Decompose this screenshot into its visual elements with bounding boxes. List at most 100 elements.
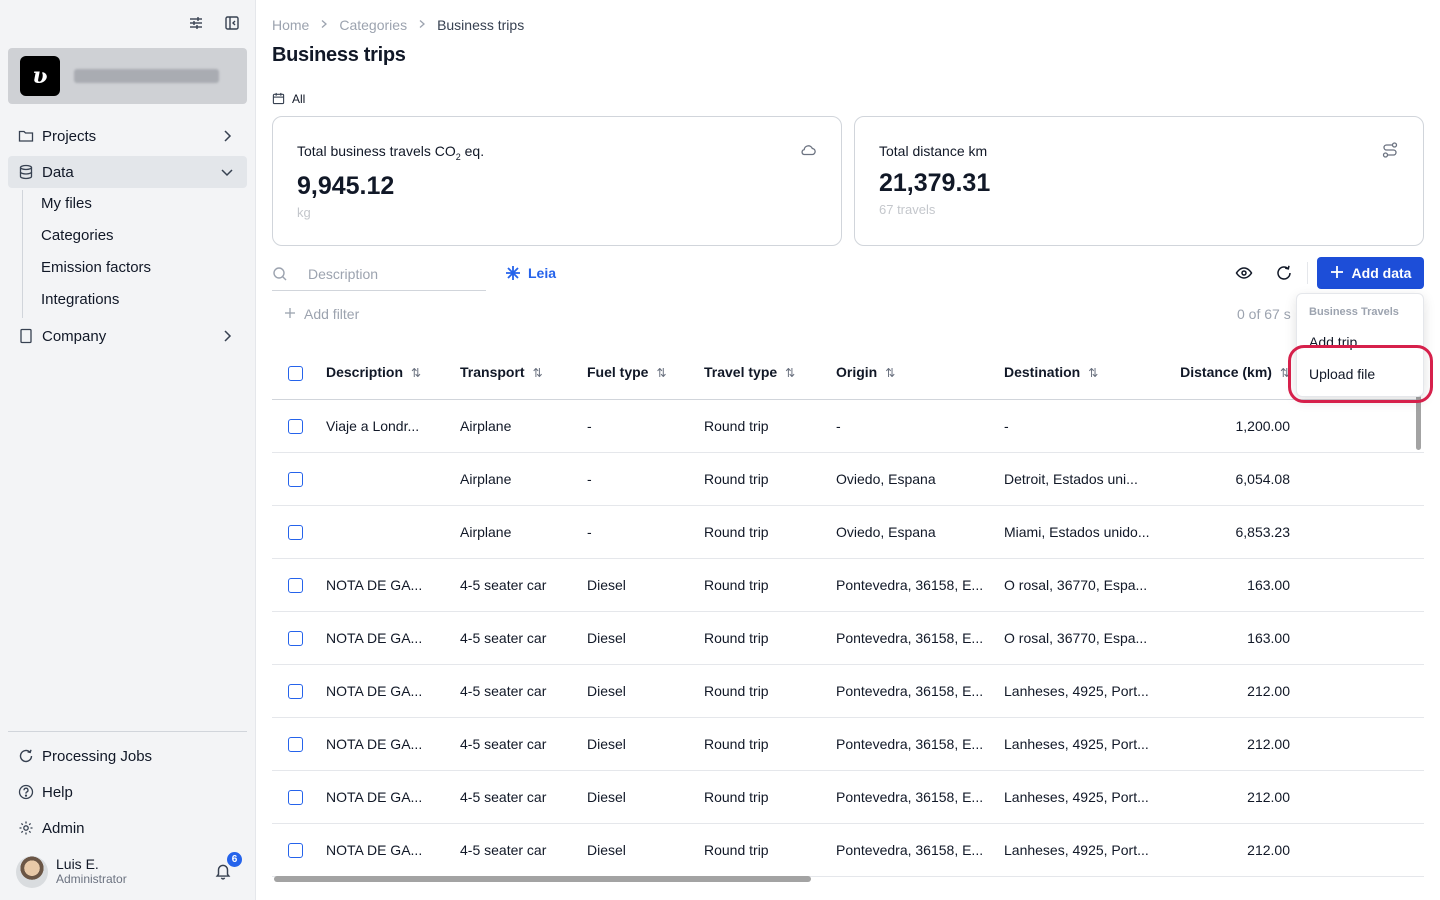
- cell-transport: Airplane: [460, 452, 587, 506]
- toolbar-divider: [1307, 262, 1308, 284]
- leia-sparkle-icon: [504, 264, 522, 282]
- column-header-distance[interactable]: Distance (km) ⇅: [1164, 346, 1290, 400]
- cell-travel-type: Round trip: [704, 770, 836, 824]
- column-header-origin[interactable]: Origin ⇅: [836, 346, 1004, 400]
- table-row[interactable]: NOTA DE GA... 4-5 seater car Diesel Round t…: [272, 664, 1424, 718]
- cell-destination: Lanheses, 4925, Port...: [1004, 770, 1164, 824]
- cell-destination: -: [1004, 399, 1164, 453]
- breadcrumb-categories[interactable]: Categories: [339, 17, 407, 33]
- user-profile[interactable]: Luis E. Administrator: [16, 856, 127, 888]
- cell-origin: Pontevedra, 36158, E...: [836, 717, 1004, 771]
- add-filter-label: Add filter: [304, 306, 360, 322]
- cell-transport: 4-5 seater car: [460, 558, 587, 612]
- cell-description: NOTA DE GA...: [326, 558, 460, 612]
- sidebar-item-label: Projects: [42, 127, 97, 145]
- submenu-guide-line: [22, 190, 23, 318]
- notification-badge: 6: [227, 852, 242, 867]
- sidebar-subitem-emission-factors[interactable]: Emission factors: [41, 259, 151, 276]
- refresh-icon[interactable]: [1275, 264, 1293, 282]
- cell-travel-type: Round trip: [704, 717, 836, 771]
- table-row[interactable]: NOTA DE GA... 4-5 seater car Diesel Round t…: [272, 823, 1424, 877]
- table-row[interactable]: NOTA DE GA... 4-5 seater car Diesel Round t…: [272, 611, 1424, 665]
- cell-distance: 212.00: [1164, 717, 1290, 771]
- chevron-right-icon: [319, 18, 329, 32]
- search-input[interactable]: [308, 266, 478, 282]
- cell-fuel-type: -: [587, 505, 704, 559]
- sidebar-divider: [8, 731, 247, 732]
- cell-travel-type: Round trip: [704, 452, 836, 506]
- cell-travel-type: Round trip: [704, 399, 836, 453]
- sidebar-item-processing-jobs[interactable]: Processing Jobs: [8, 740, 247, 772]
- cell-distance: 6,853.23: [1164, 505, 1290, 559]
- sidebar-item-company[interactable]: Company: [8, 320, 247, 352]
- sidebar: ʋ Projects Data My files Categories Emis…: [0, 0, 256, 900]
- row-checkbox[interactable]: [288, 736, 303, 752]
- select-all-checkbox[interactable]: [288, 365, 303, 381]
- cell-fuel-type: Diesel: [587, 558, 704, 612]
- sidebar-item-label: Company: [42, 327, 107, 345]
- sort-icon: ⇅: [532, 366, 543, 381]
- row-checkbox[interactable]: [288, 524, 303, 540]
- row-checkbox[interactable]: [288, 683, 303, 699]
- gear-icon: [18, 820, 34, 836]
- sidebar-item-data[interactable]: Data: [8, 156, 247, 188]
- column-header-destination[interactable]: Destination ⇅: [1004, 346, 1164, 400]
- table-header-row: Description ⇅ Transport ⇅ Fuel type ⇅ Trave…: [272, 346, 1424, 400]
- cell-distance: 1,200.00: [1164, 399, 1290, 453]
- add-data-button[interactable]: Add data: [1317, 257, 1424, 289]
- column-header-transport[interactable]: Transport ⇅: [460, 346, 587, 400]
- table-row[interactable]: Airplane - Round trip Oviedo, Espana Detroit…: [272, 452, 1424, 506]
- sort-icon: ⇅: [785, 366, 796, 381]
- cell-distance: 212.00: [1164, 770, 1290, 824]
- sidebar-top-actions: [187, 14, 241, 32]
- collapse-sidebar-icon[interactable]: [223, 14, 241, 32]
- row-checkbox[interactable]: [288, 418, 303, 434]
- cell-origin: -: [836, 399, 1004, 453]
- period-filter[interactable]: All: [272, 92, 305, 106]
- column-header-fuel-type[interactable]: Fuel type ⇅: [587, 346, 704, 400]
- table-row[interactable]: NOTA DE GA... 4-5 seater car Diesel Round t…: [272, 717, 1424, 771]
- main-content: Home Categories Business trips Business …: [272, 0, 1424, 900]
- cell-destination: Miami, Estados unido...: [1004, 505, 1164, 559]
- row-checkbox[interactable]: [288, 789, 303, 805]
- sidebar-subitem-integrations[interactable]: Integrations: [41, 291, 119, 308]
- table-row[interactable]: Viaje a Londr... Airplane - Round trip - -1,2…: [272, 399, 1424, 453]
- column-header-description[interactable]: Description ⇅: [326, 346, 460, 400]
- card-value: 9,945.12: [297, 171, 395, 200]
- cell-destination: Lanheses, 4925, Port...: [1004, 717, 1164, 771]
- sidebar-subitem-categories[interactable]: Categories: [41, 227, 114, 244]
- row-checkbox[interactable]: [288, 842, 303, 858]
- sidebar-item-help[interactable]: Help: [8, 776, 247, 808]
- horizontal-scrollbar[interactable]: [274, 876, 811, 882]
- organization-switcher[interactable]: ʋ: [8, 48, 247, 104]
- table-row[interactable]: NOTA DE GA... 4-5 seater car Diesel Round t…: [272, 558, 1424, 612]
- sort-icon: ⇅: [885, 366, 896, 381]
- add-filter-button[interactable]: Add filter: [284, 306, 359, 322]
- eye-icon[interactable]: [1235, 264, 1253, 282]
- card-unit: 67 travels: [879, 202, 936, 217]
- cell-description: [326, 452, 460, 506]
- cell-destination: Detroit, Estados uni...: [1004, 452, 1164, 506]
- leia-button[interactable]: Leia: [504, 264, 556, 282]
- cell-destination: Lanheses, 4925, Port...: [1004, 823, 1164, 877]
- row-checkbox[interactable]: [288, 630, 303, 646]
- vertical-scrollbar[interactable]: [1416, 395, 1421, 450]
- cell-transport: 4-5 seater car: [460, 717, 587, 771]
- table-row[interactable]: Airplane - Round trip Oviedo, Espana Miami, …: [272, 505, 1424, 559]
- cell-origin: Pontevedra, 36158, E...: [836, 664, 1004, 718]
- breadcrumb-home[interactable]: Home: [272, 17, 309, 33]
- selection-count: 0 of 67 s: [1237, 306, 1291, 322]
- sidebar-subitem-my-files[interactable]: My files: [41, 195, 92, 212]
- cell-fuel-type: -: [587, 399, 704, 453]
- distance-total-card: Total distance km 21,379.31 67 travels: [854, 116, 1424, 246]
- table-row[interactable]: NOTA DE GA... 4-5 seater car Diesel Round t…: [272, 770, 1424, 824]
- column-header-travel-type[interactable]: Travel type ⇅: [704, 346, 836, 400]
- user-name: Luis E.: [56, 856, 99, 872]
- cell-description: NOTA DE GA...: [326, 664, 460, 718]
- sidebar-item-projects[interactable]: Projects: [8, 120, 247, 152]
- row-checkbox[interactable]: [288, 471, 303, 487]
- chevron-right-icon: [219, 328, 235, 344]
- row-checkbox[interactable]: [288, 577, 303, 593]
- sidebar-item-admin[interactable]: Admin: [8, 812, 247, 844]
- sliders-icon[interactable]: [187, 14, 205, 32]
